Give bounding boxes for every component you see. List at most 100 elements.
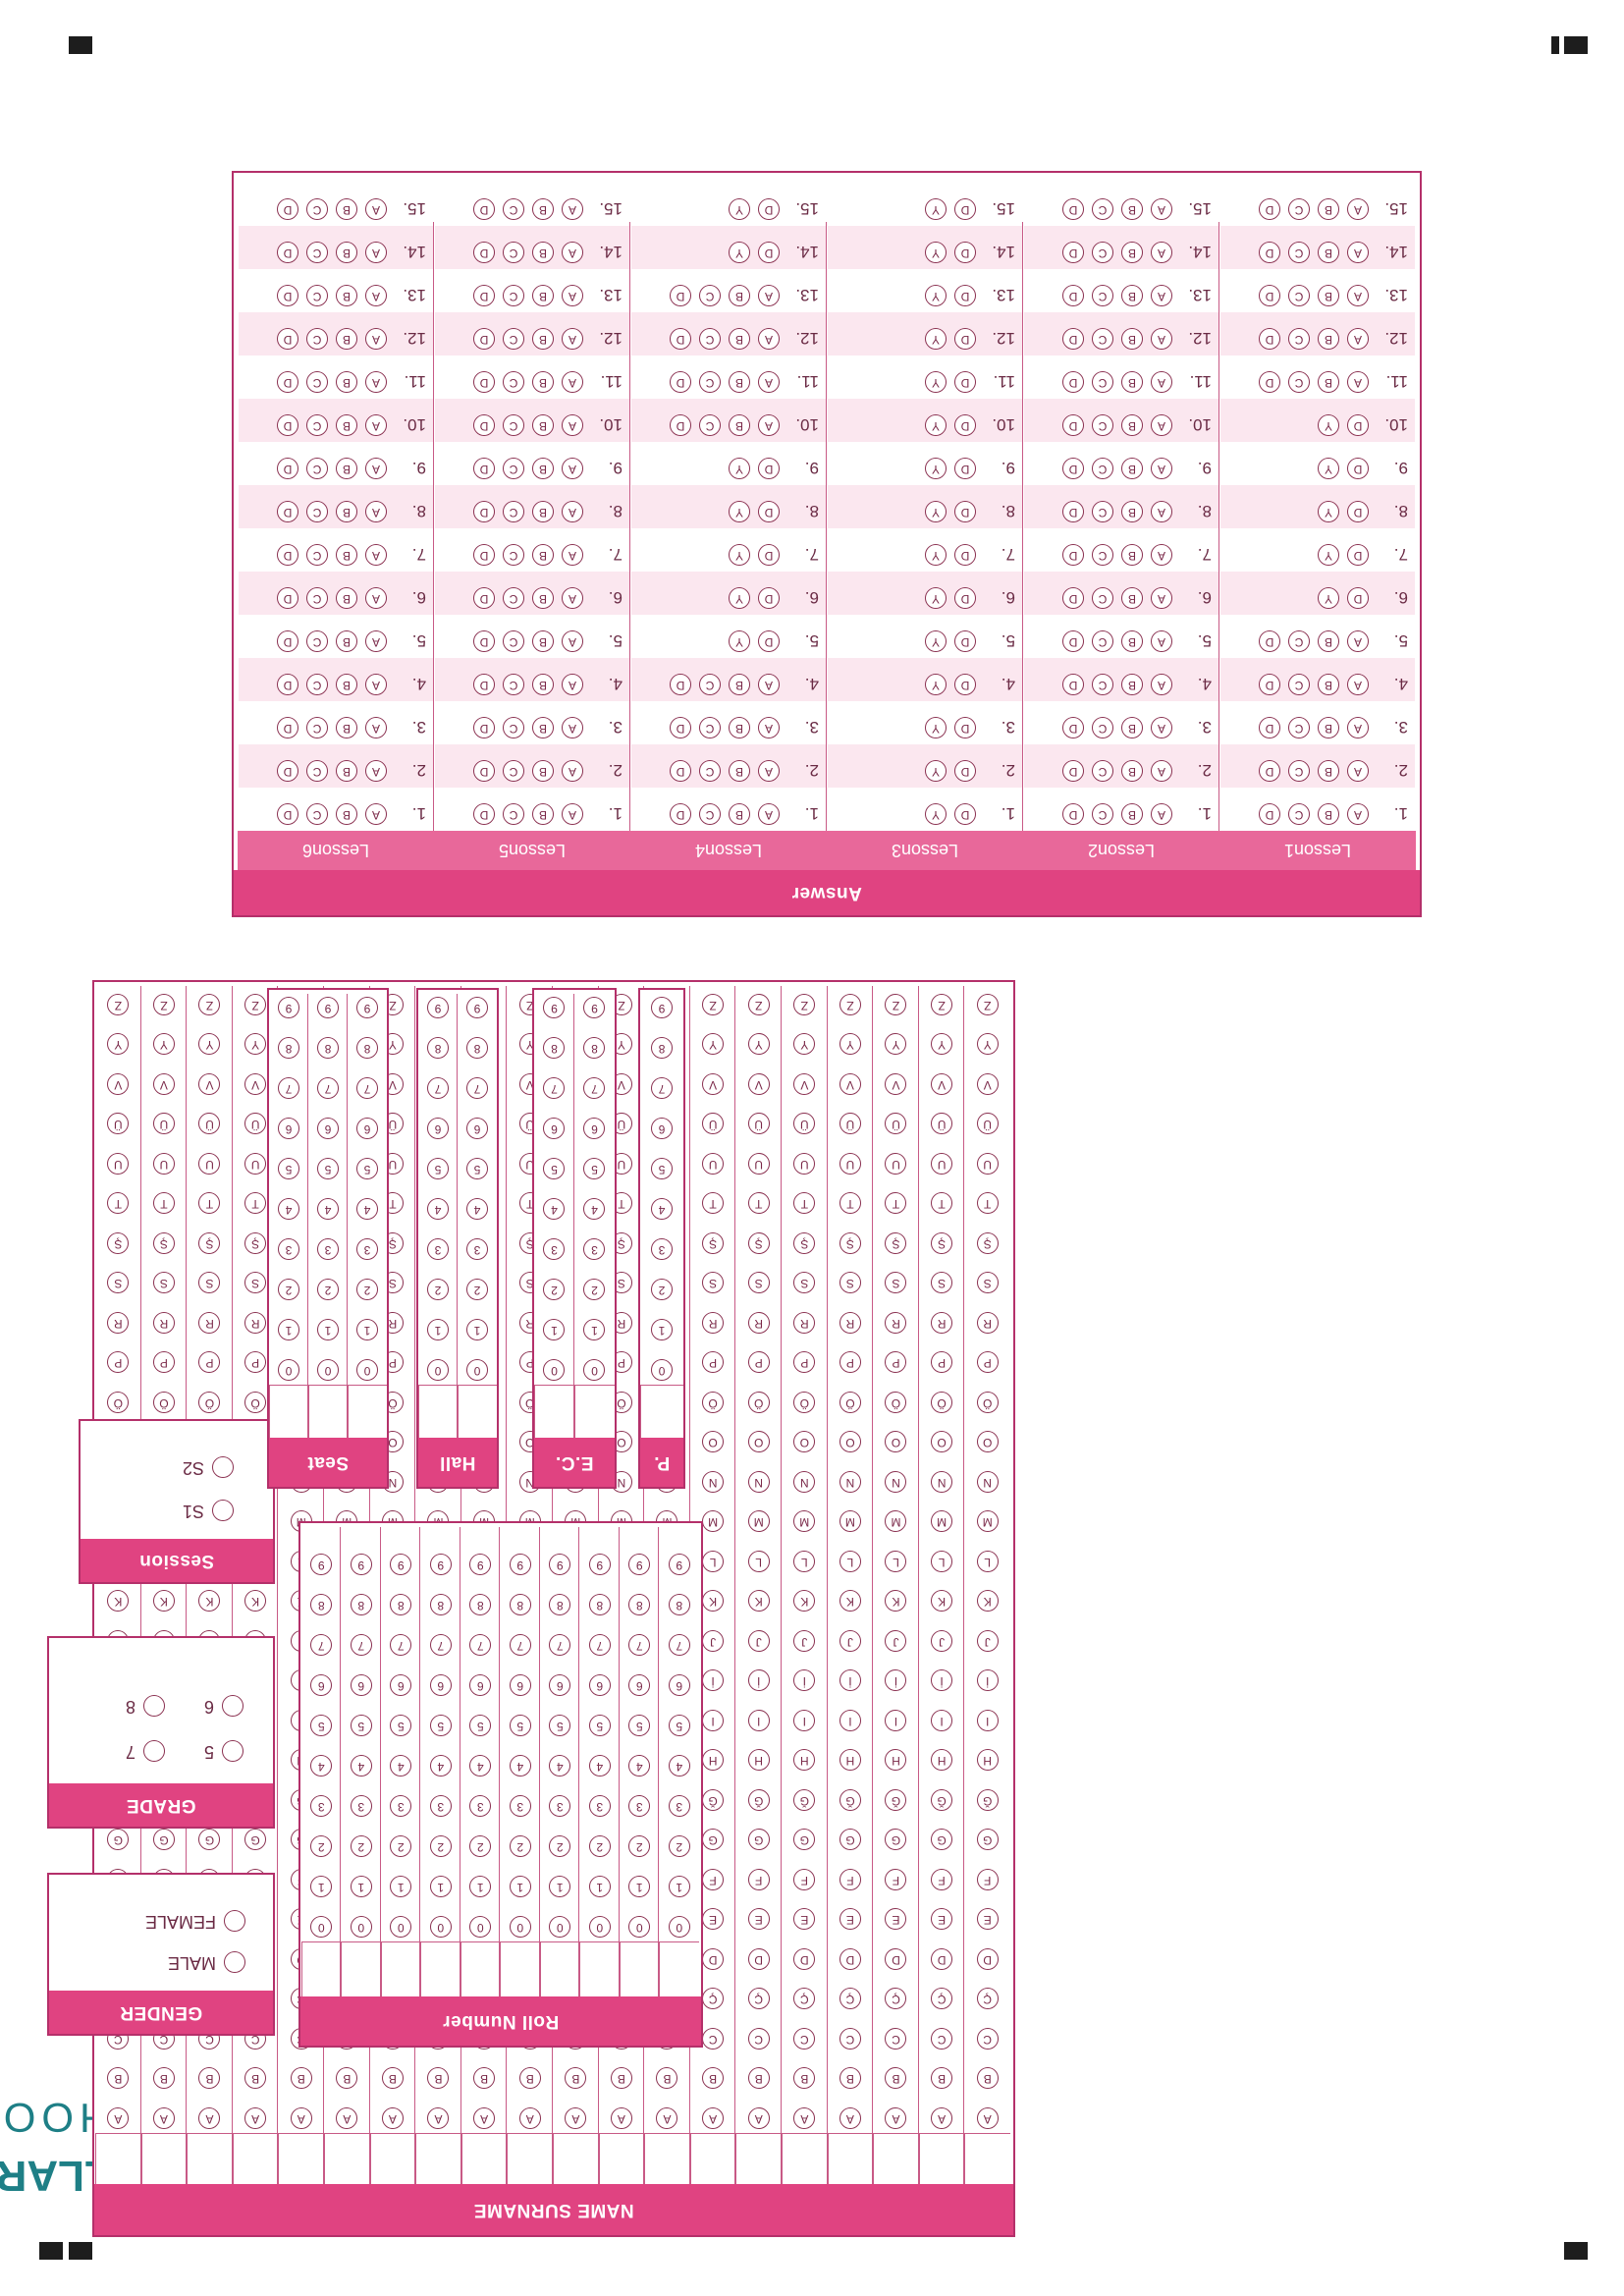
- answer-option-bubble[interactable]: C: [1092, 458, 1113, 479]
- answer-option-bubble[interactable]: D: [1259, 674, 1280, 695]
- answer-option-bubble[interactable]: C: [1092, 544, 1113, 566]
- roll_number-write-cell[interactable]: [659, 1941, 699, 1996]
- name-letter-bubble[interactable]: A: [839, 2107, 861, 2129]
- name-letter-bubble[interactable]: T: [976, 1192, 999, 1215]
- roll_number-bubble[interactable]: 7: [588, 1634, 611, 1656]
- roll_number-write-cell[interactable]: [540, 1941, 580, 1996]
- seat-bubble[interactable]: 0: [278, 1359, 299, 1381]
- seat-write-cell[interactable]: [348, 1385, 387, 1438]
- roll_number-bubble[interactable]: 8: [509, 1594, 531, 1615]
- answer-option-bubble[interactable]: B: [336, 414, 357, 436]
- answer-option-bubble[interactable]: C: [503, 760, 524, 782]
- roll_number-bubble[interactable]: 9: [310, 1554, 333, 1575]
- answer-option-bubble[interactable]: D: [758, 630, 780, 652]
- name-letter-bubble[interactable]: İ: [931, 1669, 953, 1692]
- name-letter-bubble[interactable]: J: [885, 1630, 907, 1652]
- ec-write-cell[interactable]: [534, 1385, 574, 1438]
- answer-option-bubble[interactable]: C: [306, 198, 328, 220]
- roll_number-bubble[interactable]: 4: [390, 1755, 412, 1777]
- name-letter-bubble[interactable]: İ: [839, 1669, 861, 1692]
- seat-bubble[interactable]: 4: [278, 1198, 299, 1220]
- ec-bubble[interactable]: 2: [543, 1279, 566, 1300]
- name-write-cell[interactable]: [187, 2133, 233, 2184]
- name-letter-bubble[interactable]: O: [793, 1431, 816, 1453]
- hall-write-cell[interactable]: [458, 1385, 497, 1438]
- answer-option-bubble[interactable]: B: [1318, 285, 1339, 306]
- name-letter-bubble[interactable]: Ş: [885, 1232, 907, 1254]
- answer-option-bubble[interactable]: D: [1259, 198, 1280, 220]
- answer-option-bubble[interactable]: C: [699, 285, 721, 306]
- hall-bubble[interactable]: 8: [466, 1037, 488, 1059]
- name-letter-bubble[interactable]: N: [885, 1471, 907, 1493]
- name-letter-bubble[interactable]: Ğ: [839, 1789, 861, 1811]
- roll_number-bubble[interactable]: 9: [628, 1554, 651, 1575]
- p-write-cell[interactable]: [640, 1385, 683, 1438]
- answer-option-bubble[interactable]: A: [562, 803, 583, 825]
- answer-option-bubble[interactable]: D: [954, 630, 976, 652]
- answer-option-bubble[interactable]: Y: [1318, 544, 1339, 566]
- name-letter-bubble[interactable]: Ö: [931, 1392, 953, 1413]
- name-letter-bubble[interactable]: P: [885, 1351, 907, 1374]
- answer-option-bubble[interactable]: Y: [925, 717, 947, 738]
- name-letter-bubble[interactable]: B: [931, 2067, 953, 2090]
- name-write-cell[interactable]: [918, 2133, 965, 2184]
- roll_number-bubble[interactable]: 5: [390, 1715, 412, 1736]
- name-letter-bubble[interactable]: Y: [839, 1033, 861, 1056]
- name-letter-bubble[interactable]: E: [702, 1908, 725, 1931]
- name-letter-bubble[interactable]: G: [931, 1829, 953, 1851]
- answer-option-bubble[interactable]: B: [1121, 198, 1143, 220]
- name-letter-bubble[interactable]: Ç: [793, 1988, 816, 2010]
- answer-option-bubble[interactable]: D: [473, 242, 495, 263]
- name-letter-bubble[interactable]: G: [976, 1829, 999, 1851]
- seat-bubble[interactable]: 5: [317, 1158, 339, 1179]
- answer-option-bubble[interactable]: B: [1121, 328, 1143, 350]
- roll_number-bubble[interactable]: 2: [628, 1835, 651, 1857]
- name-letter-bubble[interactable]: T: [107, 1192, 130, 1215]
- name-letter-bubble[interactable]: B: [976, 2067, 999, 2090]
- answer-option-bubble[interactable]: C: [1092, 285, 1113, 306]
- name-letter-bubble[interactable]: T: [152, 1192, 175, 1215]
- name-letter-bubble[interactable]: Ş: [976, 1232, 999, 1254]
- name-letter-bubble[interactable]: A: [152, 2107, 175, 2129]
- name-letter-bubble[interactable]: V: [244, 1073, 267, 1095]
- answer-option-bubble[interactable]: B: [336, 717, 357, 738]
- seat-bubble[interactable]: 3: [317, 1238, 339, 1260]
- name-letter-bubble[interactable]: C: [976, 2028, 999, 2050]
- name-letter-bubble[interactable]: V: [839, 1073, 861, 1095]
- name-letter-bubble[interactable]: T: [885, 1192, 907, 1215]
- name-letter-bubble[interactable]: U: [198, 1153, 221, 1175]
- answer-option-bubble[interactable]: C: [306, 501, 328, 522]
- name-letter-bubble[interactable]: L: [747, 1551, 770, 1572]
- name-letter-bubble[interactable]: K: [793, 1590, 816, 1613]
- name-letter-bubble[interactable]: B: [747, 2067, 770, 2090]
- name-letter-bubble[interactable]: U: [931, 1153, 953, 1175]
- name-letter-bubble[interactable]: B: [702, 2067, 725, 2090]
- name-letter-bubble[interactable]: R: [793, 1312, 816, 1334]
- name-letter-bubble[interactable]: R: [931, 1312, 953, 1334]
- name-letter-bubble[interactable]: Ö: [839, 1392, 861, 1413]
- name-letter-bubble[interactable]: A: [244, 2107, 267, 2129]
- hall-bubble[interactable]: 9: [427, 997, 449, 1018]
- answer-option-bubble[interactable]: D: [473, 544, 495, 566]
- answer-option-bubble[interactable]: B: [1121, 587, 1143, 609]
- name-letter-bubble[interactable]: L: [931, 1551, 953, 1572]
- answer-option-bubble[interactable]: D: [1347, 414, 1369, 436]
- answer-option-bubble[interactable]: Y: [729, 544, 750, 566]
- name-letter-bubble[interactable]: T: [747, 1192, 770, 1215]
- ec-bubble[interactable]: 9: [543, 997, 566, 1018]
- seat-bubble[interactable]: 8: [356, 1037, 378, 1059]
- roll_number-bubble[interactable]: 0: [310, 1916, 333, 1938]
- answer-option-bubble[interactable]: A: [1347, 198, 1369, 220]
- name-letter-bubble[interactable]: B: [885, 2067, 907, 2090]
- answer-option-bubble[interactable]: Y: [925, 285, 947, 306]
- answer-option-bubble[interactable]: C: [1288, 760, 1310, 782]
- roll_number-bubble[interactable]: 7: [549, 1634, 571, 1656]
- name-letter-bubble[interactable]: K: [885, 1590, 907, 1613]
- answer-option-bubble[interactable]: D: [1259, 285, 1280, 306]
- name-letter-bubble[interactable]: S: [107, 1272, 130, 1294]
- answer-option-bubble[interactable]: A: [1347, 328, 1369, 350]
- name-letter-bubble[interactable]: D: [976, 1948, 999, 1970]
- answer-option-bubble[interactable]: A: [1151, 371, 1172, 393]
- ec-bubble[interactable]: 4: [543, 1198, 566, 1220]
- answer-option-bubble[interactable]: B: [1318, 242, 1339, 263]
